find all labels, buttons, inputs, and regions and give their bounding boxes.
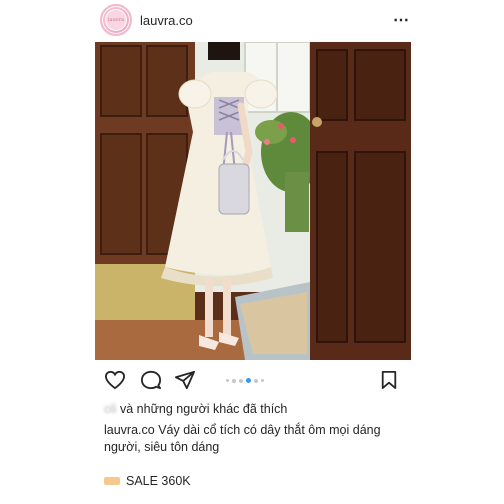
carousel-dot	[239, 378, 243, 383]
carousel-indicator	[226, 378, 264, 383]
avatar[interactable]: lauvra	[100, 4, 132, 36]
post-photo[interactable]	[95, 42, 411, 360]
username[interactable]: lauvra.co	[140, 13, 193, 28]
sale-line: SALE 360K	[104, 474, 191, 488]
carousel-dot	[261, 379, 264, 382]
carousel-dot-active	[246, 378, 251, 383]
carousel-dot	[254, 378, 258, 383]
heart-icon[interactable]	[104, 370, 126, 390]
likes-text: và những người khác đã thích	[119, 402, 288, 416]
liker-name-blurred: oli	[104, 402, 120, 416]
comment-icon[interactable]	[140, 370, 162, 390]
caption-username[interactable]: lauvra.co	[104, 423, 155, 437]
avatar-logo: lauvra	[105, 9, 127, 31]
share-icon[interactable]	[174, 370, 196, 390]
post-actions	[104, 370, 404, 392]
post-header: lauvra lauvra.co ⋯	[100, 2, 410, 38]
likes-line[interactable]: oli và những người khác đã thích	[104, 402, 287, 416]
carousel-dot	[226, 379, 229, 382]
sale-text: SALE 360K	[126, 474, 191, 488]
caption: lauvra.co Váy dài cổ tích có dây thắt ôm…	[104, 422, 404, 456]
carousel-dot	[232, 378, 236, 383]
bookmark-icon[interactable]	[380, 370, 398, 390]
price-tag-icon	[104, 477, 120, 485]
more-options-icon[interactable]: ⋯	[393, 10, 410, 30]
dress-photo-illustration	[95, 42, 411, 360]
